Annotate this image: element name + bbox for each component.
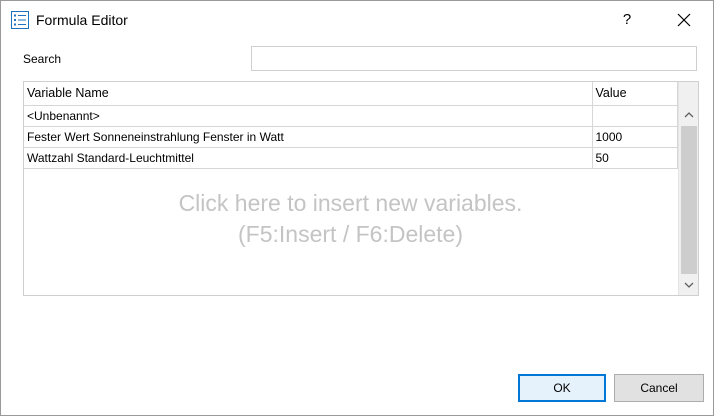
- column-header-variable-name[interactable]: Variable Name: [24, 82, 593, 106]
- formula-editor-dialog: Formula Editor ? Search Variable Name Va…: [0, 0, 714, 416]
- variable-value-cell[interactable]: 50: [592, 147, 678, 169]
- scroll-down-button[interactable]: [679, 275, 698, 295]
- table-row[interactable]: Fester Wert Sonneneinstrahlung Fenster i…: [24, 126, 678, 148]
- header-row: Variable Name Value: [24, 82, 678, 106]
- variable-value-cell[interactable]: 1000: [592, 126, 678, 148]
- scroll-up-button[interactable]: [679, 105, 698, 125]
- chevron-down-icon: [679, 282, 698, 295]
- variable-value-cell[interactable]: [592, 105, 678, 127]
- table-row[interactable]: Wattzahl Standard-Leuchtmittel 50: [24, 147, 678, 169]
- variable-name-cell[interactable]: Wattzahl Standard-Leuchtmittel: [24, 147, 593, 169]
- title-bar[interactable]: Formula Editor ?: [1, 1, 713, 39]
- close-icon: [661, 13, 707, 42]
- variables-grid[interactable]: Variable Name Value <Unbenannt> Fester W…: [23, 81, 699, 296]
- help-button[interactable]: ?: [607, 1, 647, 39]
- column-header-value[interactable]: Value: [592, 82, 678, 106]
- variable-name-cell[interactable]: Fester Wert Sonneneinstrahlung Fenster i…: [24, 126, 593, 148]
- dialog-title: Formula Editor: [36, 12, 128, 28]
- vertical-scrollbar[interactable]: [678, 82, 698, 295]
- variables-table: Variable Name Value <Unbenannt> Fester W…: [24, 82, 678, 169]
- variable-name-cell[interactable]: <Unbenannt>: [24, 105, 593, 127]
- shortcut-hint-line: (F5:Insert / F6:Delete): [238, 221, 463, 247]
- cancel-button[interactable]: Cancel: [614, 374, 704, 402]
- ok-button[interactable]: OK: [518, 374, 606, 402]
- insert-variable-hint[interactable]: Click here to insert new variables. (F5:…: [24, 188, 677, 250]
- scroll-thumb[interactable]: [681, 126, 697, 274]
- close-button[interactable]: [661, 1, 707, 39]
- table-row[interactable]: <Unbenannt>: [24, 105, 678, 127]
- search-input[interactable]: [251, 46, 697, 71]
- list-icon: [11, 11, 29, 29]
- insert-hint-line: Click here to insert new variables.: [178, 190, 523, 216]
- search-label: Search: [23, 52, 62, 66]
